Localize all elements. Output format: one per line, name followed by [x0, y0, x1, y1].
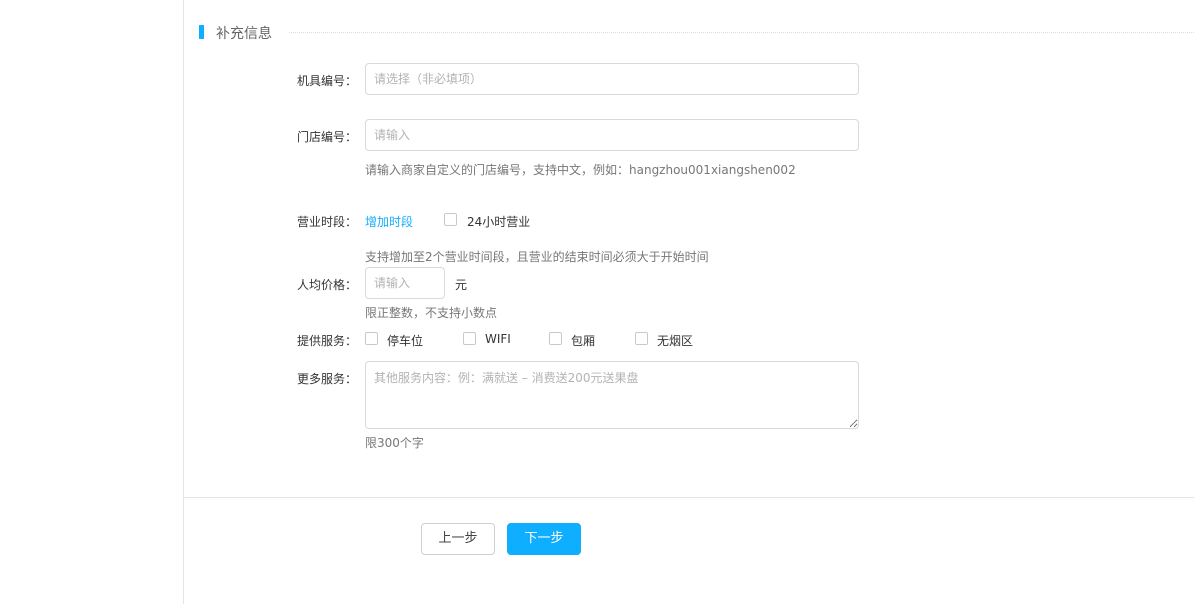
- price-unit: 元: [455, 278, 468, 292]
- add-time-slot-link[interactable]: 增加时段: [365, 213, 413, 230]
- avg-price-hint: 限正整数，不支持小数点: [365, 306, 498, 320]
- more-services-textarea[interactable]: [365, 361, 859, 429]
- store-no-label: 门店编号：: [296, 130, 357, 144]
- store-no-hint: 请输入商家自定义的门店编号，支持中文，例如：hangzhou001xiangsh…: [365, 163, 796, 177]
- service-parking-label: 停车位: [387, 334, 424, 348]
- section-accent-bar: [199, 25, 204, 39]
- store-no-input[interactable]: [365, 119, 859, 151]
- more-services-hint: 限300个字: [365, 436, 424, 450]
- business-hours-label: 营业时段：: [296, 215, 357, 229]
- service-wifi-label: WIFI: [485, 332, 511, 346]
- all-day-checkbox[interactable]: [444, 213, 457, 226]
- section-header: 补充信息: [199, 22, 1194, 42]
- next-step-button[interactable]: 下一步: [507, 523, 581, 555]
- prev-step-button[interactable]: 上一步: [421, 523, 495, 555]
- section-title: 补充信息: [216, 26, 272, 42]
- service-private-room-label: 包厢: [571, 334, 596, 348]
- left-sidebar: [0, 0, 184, 604]
- service-private-room-checkbox[interactable]: [549, 332, 562, 345]
- machine-no-select[interactable]: [365, 63, 859, 95]
- more-services-label: 更多服务：: [296, 372, 357, 386]
- service-parking-checkbox[interactable]: [365, 332, 378, 345]
- machine-no-label: 机具编号：: [296, 74, 357, 88]
- business-hours-hint: 支持增加至2个营业时间段，且营业的结束时间必须大于开始时间: [365, 250, 709, 264]
- section-divider: [289, 32, 1194, 33]
- footer-divider: [184, 497, 1194, 498]
- service-non-smoking-checkbox[interactable]: [635, 332, 648, 345]
- service-wifi-checkbox[interactable]: [463, 332, 476, 345]
- avg-price-input[interactable]: [365, 267, 445, 299]
- all-day-label: 24小时营业: [467, 215, 531, 229]
- service-non-smoking-label: 无烟区: [657, 334, 694, 348]
- services-label: 提供服务：: [296, 334, 357, 348]
- avg-price-label: 人均价格：: [296, 278, 357, 292]
